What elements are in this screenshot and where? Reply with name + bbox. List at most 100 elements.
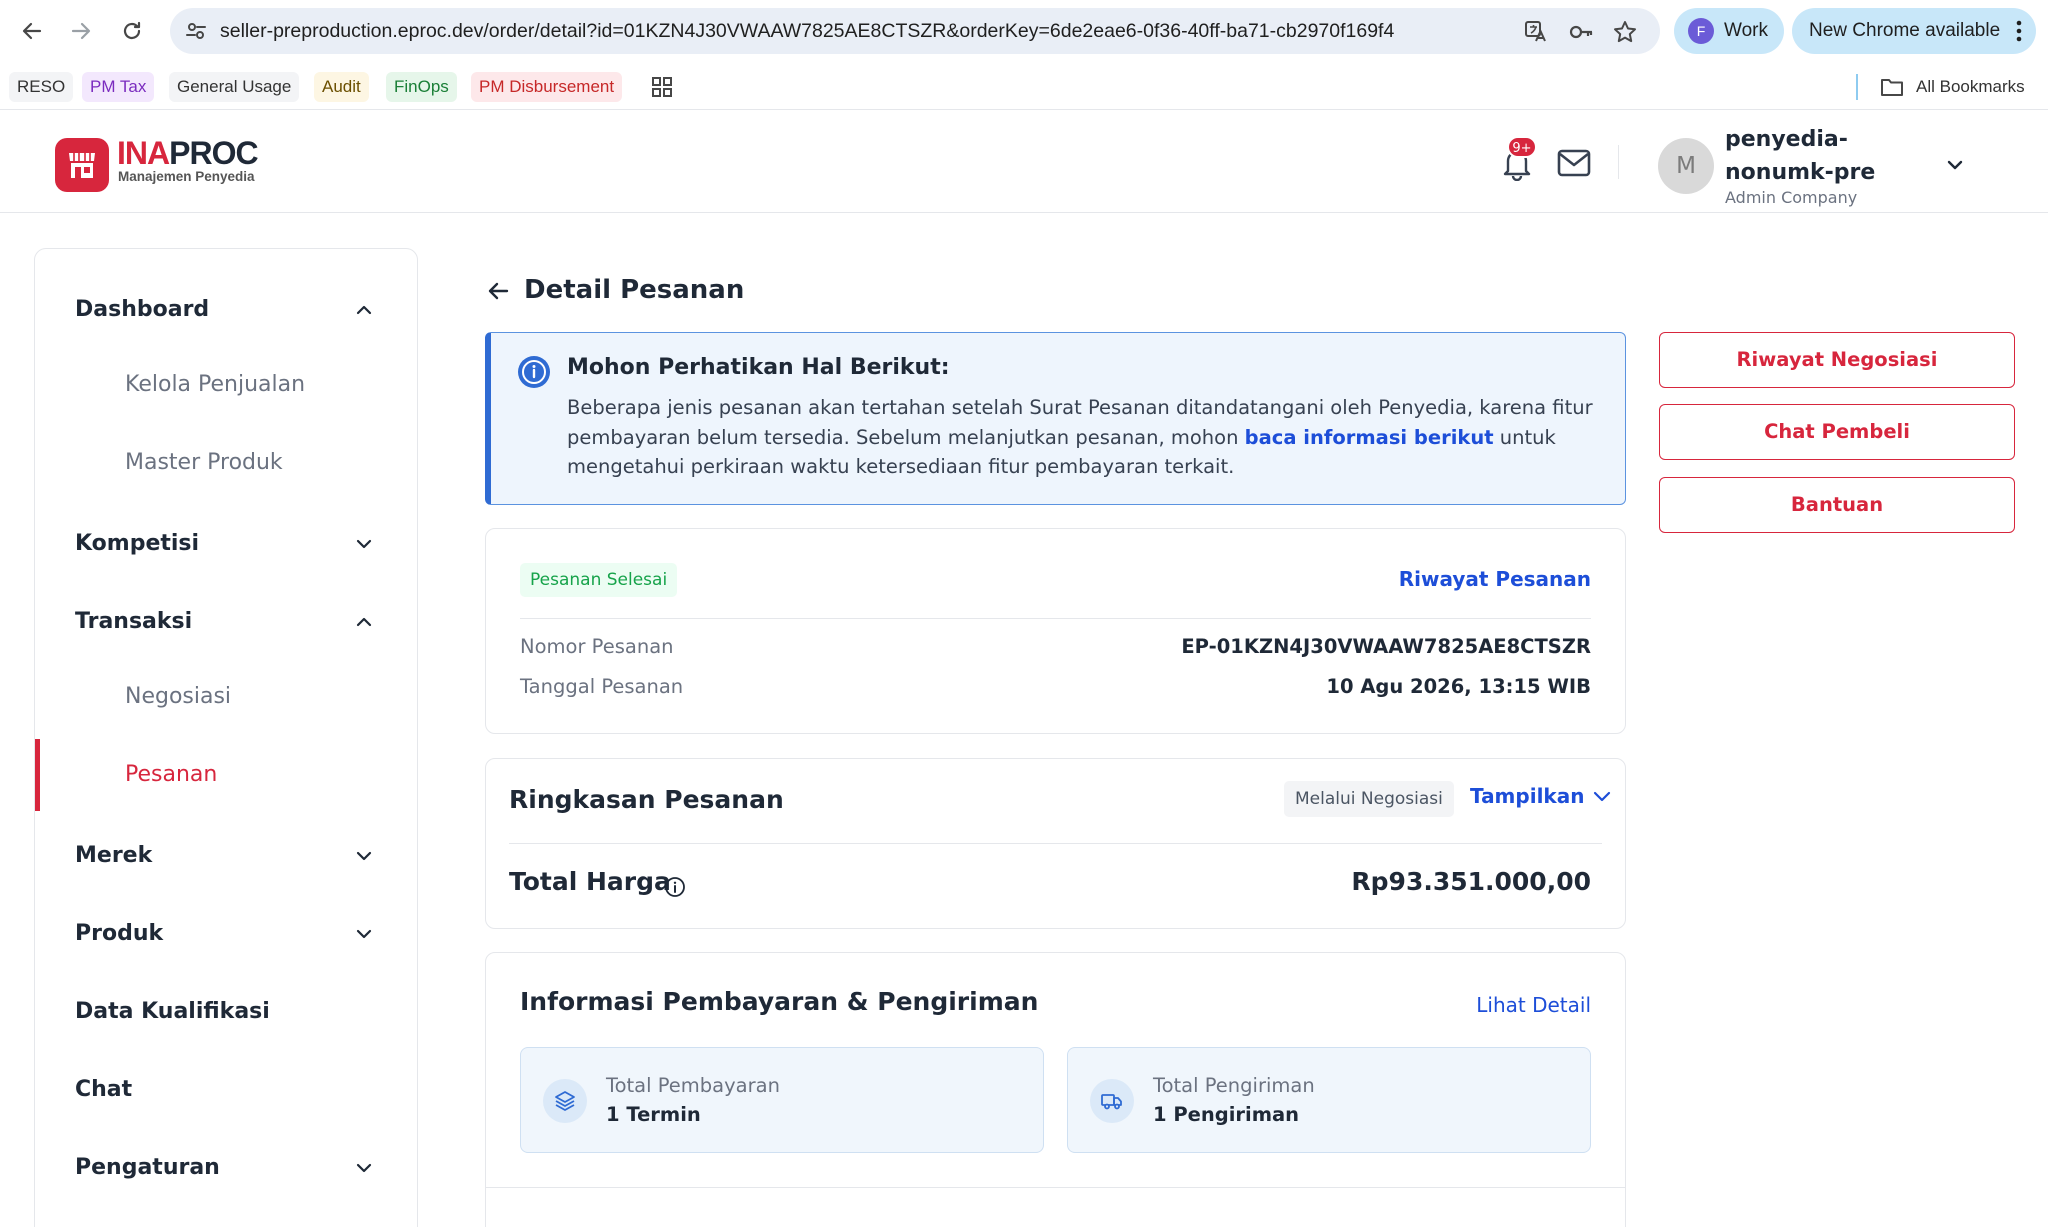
chevron-up-icon: [356, 617, 372, 627]
negotiation-badge: Melalui Negosiasi: [1284, 781, 1454, 817]
alert-info-link[interactable]: baca informasi berikut: [1245, 426, 1494, 449]
browser-toolbar: seller-preproduction.eproc.dev/order/det…: [0, 0, 2048, 62]
reload-button[interactable]: [113, 12, 151, 50]
profile-avatar: F: [1688, 18, 1714, 44]
bookmark-finops[interactable]: FinOps: [386, 72, 457, 102]
user-name[interactable]: penyedia-nonumk-pre: [1725, 123, 1885, 189]
sidebar-item-label: Kelola Penjualan: [125, 372, 306, 397]
profile-label: Work: [1724, 20, 1768, 41]
sidebar-item-label: Kompetisi: [75, 531, 200, 556]
arrow-right-icon: [71, 22, 91, 40]
order-summary-card: Ringkasan Pesanan Melalui Negosiasi Tamp…: [485, 758, 1626, 929]
chevron-down-icon[interactable]: [1944, 154, 1966, 176]
header-divider: [1618, 145, 1619, 179]
store-icon: [69, 153, 95, 178]
sidebar-item-label: Chat: [75, 1077, 133, 1102]
total-shipping-label: Total Pengiriman: [1153, 1074, 1315, 1097]
layers-icon: [543, 1079, 587, 1123]
total-price-label: Total Harga: [509, 867, 671, 896]
reload-icon: [123, 21, 141, 40]
bookmark-general-usage[interactable]: General Usage: [169, 72, 300, 102]
mail-icon[interactable]: [1556, 147, 1592, 179]
sidebar: Dashboard Kelola Penjualan Master Produk…: [34, 248, 418, 1227]
address-bar[interactable]: seller-preproduction.eproc.dev/order/det…: [170, 8, 1660, 54]
app-header: INAPROC Manajemen Penyedia 9+ M penyedia…: [0, 111, 2048, 213]
sidebar-item-pengaturan[interactable]: Pengaturan: [35, 1138, 417, 1198]
bookmark-pm-tax[interactable]: PM Tax: [82, 72, 155, 102]
sidebar-item-label: Produk: [75, 921, 164, 946]
sidebar-item-dashboard[interactable]: Dashboard: [35, 280, 417, 340]
back-button[interactable]: [13, 12, 51, 50]
alert-title: Mohon Perhatikan Hal Berikut:: [567, 355, 950, 380]
logo-part-proc: PROC: [169, 135, 258, 171]
sidebar-item-chat[interactable]: Chat: [35, 1060, 417, 1120]
chevron-down-icon: [356, 929, 372, 939]
page-title: Detail Pesanan: [524, 275, 745, 305]
info-circle-icon[interactable]: [664, 876, 686, 898]
sidebar-item-merek[interactable]: Merek: [35, 826, 417, 886]
chevron-down-icon: [1594, 791, 1611, 802]
sidebar-item-label: Pengaturan: [75, 1155, 220, 1180]
sidebar-item-label: Merek: [75, 843, 153, 868]
sidebar-item-kompetisi[interactable]: Kompetisi: [35, 514, 417, 574]
sidebar-item-label: Data Kualifikasi: [75, 999, 270, 1024]
logo-part-ina: INA: [117, 135, 170, 171]
apps-grid-icon[interactable]: [651, 76, 673, 98]
order-date-value: 10 Agu 2026, 13:15 WIB: [1326, 675, 1591, 698]
all-bookmarks-label: All Bookmarks: [1916, 77, 2025, 96]
sidebar-item-master-produk[interactable]: Master Produk: [35, 427, 417, 499]
key-icon[interactable]: [1568, 19, 1594, 45]
bookmark-pm-disbursement[interactable]: PM Disbursement: [471, 72, 623, 102]
info-icon: [518, 356, 550, 388]
star-icon[interactable]: [1612, 19, 1638, 45]
order-number-label: Nomor Pesanan: [520, 635, 674, 658]
chevron-up-icon: [356, 305, 372, 315]
total-payment-label: Total Pembayaran: [606, 1074, 780, 1097]
folder-icon: [1881, 79, 1903, 96]
summary-title: Ringkasan Pesanan: [509, 785, 784, 814]
sidebar-item-data-kualifikasi[interactable]: Data Kualifikasi: [35, 982, 417, 1042]
user-avatar[interactable]: M: [1658, 138, 1714, 194]
logo-wordmark[interactable]: INAPROC: [117, 135, 259, 171]
order-date-label: Tanggal Pesanan: [520, 675, 684, 698]
bookmarks-bar: RESO PM Tax General Usage Audit FinOps P…: [0, 66, 2048, 110]
more-vert-icon: [2016, 20, 2022, 42]
info-alert: Mohon Perhatikan Hal Berikut: Beberapa j…: [485, 332, 1626, 505]
profile-button[interactable]: F Work: [1674, 8, 1784, 54]
divider: [486, 1187, 1625, 1188]
translate-icon[interactable]: [1524, 19, 1550, 45]
user-role: Admin Company: [1725, 188, 1858, 207]
sidebar-item-negosiasi[interactable]: Negosiasi: [35, 661, 417, 733]
show-summary-toggle[interactable]: Tampilkan: [1470, 784, 1612, 808]
sidebar-item-pesanan[interactable]: Pesanan: [35, 739, 417, 811]
logo-subtitle: Manajemen Penyedia: [118, 169, 255, 184]
all-bookmarks-button[interactable]: All Bookmarks: [1880, 72, 2025, 102]
sidebar-item-kelola-penjualan[interactable]: Kelola Penjualan: [35, 349, 417, 421]
divider: [509, 843, 1602, 844]
url-text[interactable]: seller-preproduction.eproc.dev/order/det…: [220, 8, 1394, 54]
sidebar-item-transaksi[interactable]: Transaksi: [35, 592, 417, 652]
forward-button[interactable]: [62, 12, 100, 50]
help-button[interactable]: Bantuan: [1659, 477, 2015, 533]
chat-buyer-button[interactable]: Chat Pembeli: [1659, 404, 2015, 460]
bookmark-audit[interactable]: Audit: [314, 72, 369, 102]
sidebar-item-label: Transaksi: [75, 609, 193, 634]
order-history-link[interactable]: Riwayat Pesanan: [1399, 567, 1591, 591]
chevron-down-icon: [356, 539, 372, 549]
negotiation-history-button[interactable]: Riwayat Negosiasi: [1659, 332, 2015, 388]
divider: [520, 618, 1591, 619]
total-payment-card: Total Pembayaran 1 Termin: [520, 1047, 1044, 1153]
chrome-update-label: New Chrome available: [1809, 20, 2001, 41]
back-arrow-icon[interactable]: [485, 278, 511, 304]
chevron-down-icon: [356, 851, 372, 861]
site-settings-icon[interactable]: [184, 19, 208, 43]
logo-mark[interactable]: [55, 138, 109, 192]
total-shipping-card: Total Pengiriman 1 Pengiriman: [1067, 1047, 1591, 1153]
payment-shipping-title: Informasi Pembayaran & Pengiriman: [520, 987, 1039, 1016]
bookmark-reso[interactable]: RESO: [9, 72, 74, 102]
view-detail-link[interactable]: Lihat Detail: [1476, 993, 1591, 1017]
order-info-card: Pesanan Selesai Riwayat Pesanan Nomor Pe…: [485, 528, 1626, 734]
chrome-update-button[interactable]: New Chrome available: [1792, 8, 2036, 54]
sidebar-item-produk[interactable]: Produk: [35, 904, 417, 964]
sidebar-item-label: Dashboard: [75, 297, 210, 322]
